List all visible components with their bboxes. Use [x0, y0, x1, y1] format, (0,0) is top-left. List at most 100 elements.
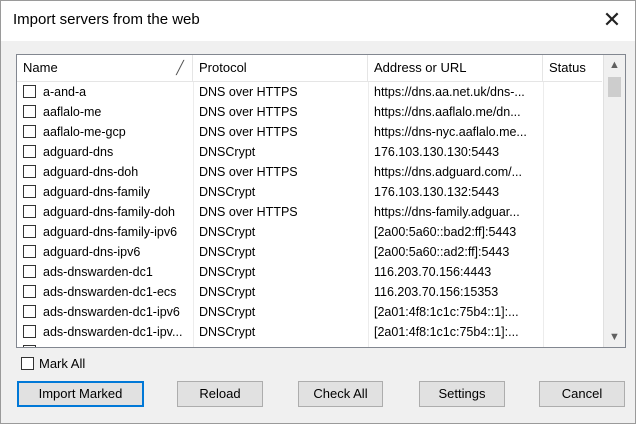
row-checkbox[interactable]: [23, 165, 36, 178]
table-row[interactable]: a-and-a DNS over HTTPS https://dns.aa.ne…: [17, 82, 602, 102]
row-status: [549, 322, 599, 342]
row-checkbox[interactable]: [23, 305, 36, 318]
row-protocol: DNSCrypt: [199, 265, 256, 279]
row-address: [2a00:5a60::bad2:ff]:5443: [374, 225, 517, 239]
reload-button[interactable]: Reload: [177, 381, 263, 407]
row-status: [549, 262, 599, 282]
table-row[interactable]: adguard-dns-family DNSCrypt 176.103.130.…: [17, 182, 602, 202]
table-row[interactable]: adguard-dns-family-ipv6 DNSCrypt [2a00:5…: [17, 222, 602, 242]
row-address: 116.203.70.156:4443: [374, 265, 492, 279]
row-address: https://dns.aaflalo.me/dn...: [374, 105, 521, 119]
scrollbar-thumb[interactable]: [608, 77, 621, 97]
row-address: https://dns.aa.net.uk/dns-...: [374, 85, 525, 99]
row-protocol: DNS over HTTPS: [199, 205, 298, 219]
row-status: [549, 122, 599, 142]
row-checkbox[interactable]: [23, 145, 36, 158]
row-protocol: DNS over HTTPS: [199, 85, 298, 99]
column-header-status-label: Status: [549, 60, 586, 75]
row-name: adguard-dns-family-doh: [43, 205, 176, 219]
row-name: ads-dnswarden-dc1: [43, 265, 153, 279]
import-marked-button[interactable]: Import Marked: [17, 381, 144, 407]
window-title: Import servers from the web: [13, 11, 200, 28]
table-row[interactable]: ads-dnswarden-dc1 DNSCrypt 116.203.70.15…: [17, 262, 602, 282]
row-address: https://dns-family.adguar...: [374, 205, 520, 219]
check-all-button[interactable]: Check All: [298, 381, 383, 407]
row-checkbox[interactable]: [23, 125, 36, 138]
mark-all-box[interactable]: [21, 357, 34, 370]
row-protocol: DNSCrypt: [199, 145, 256, 159]
table-row[interactable]: ads-dnswarden-dc1-ipv6 DNSCrypt [2a01:4f…: [17, 302, 602, 322]
column-header-protocol-label: Protocol: [199, 60, 247, 75]
mark-all-label: Mark All: [39, 356, 86, 371]
row-status: [549, 142, 599, 162]
import-servers-dialog: Import servers from the web ✕ Name ╱ Pro…: [0, 0, 636, 424]
row-protocol: DNS over HTTPS: [199, 125, 298, 139]
row-checkbox[interactable]: [23, 85, 36, 98]
row-protocol: DNSCrypt: [199, 305, 256, 319]
column-header-address[interactable]: Address or URL: [368, 55, 543, 81]
column-header-address-label: Address or URL: [374, 60, 467, 75]
scroll-up-icon[interactable]: ▲: [604, 55, 625, 75]
table-row[interactable]: adguard-dns-family-doh DNS over HTTPS ht…: [17, 202, 602, 222]
table-row[interactable]: aaflalo-me-gcp DNS over HTTPS https://dn…: [17, 122, 602, 142]
row-status: [549, 242, 599, 262]
row-name: ads-dnswarden-dc1-ipv6: [43, 305, 180, 319]
row-name: adguard-dns-family-ipv6: [43, 225, 178, 239]
row-name: a-and-a: [43, 85, 87, 99]
scroll-down-icon[interactable]: ▼: [604, 327, 625, 347]
row-name: aaflalo-me: [43, 105, 102, 119]
table-row[interactable]: ads-dnswarden-dc1-ecs DNSCrypt 116.203.7…: [17, 282, 602, 302]
row-checkbox[interactable]: [23, 265, 36, 278]
row-name: aaflalo-me-gcp: [43, 125, 126, 139]
row-checkbox[interactable]: [23, 285, 36, 298]
table-row[interactable]: adguard-dns-doh DNS over HTTPS https://d…: [17, 162, 602, 182]
row-address: 116.203.70.156:15353: [374, 285, 499, 299]
row-status: [549, 202, 599, 222]
row-status: [549, 222, 599, 242]
row-address: [2a01:4f8:1c1c:75b4::1]:...: [374, 305, 519, 319]
table-row-partial[interactable]: [17, 342, 602, 347]
row-status: [549, 82, 599, 102]
server-list[interactable]: Name ╱ Protocol Address or URL Status a-…: [16, 54, 626, 348]
column-header-name[interactable]: Name ╱: [17, 55, 193, 81]
row-protocol: DNSCrypt: [199, 185, 256, 199]
row-protocol: DNSCrypt: [199, 245, 256, 259]
table-row[interactable]: aaflalo-me DNS over HTTPS https://dns.aa…: [17, 102, 602, 122]
row-status: [549, 162, 599, 182]
row-address: [2a01:4f8:1c1c:75b4::1]:...: [374, 325, 519, 339]
vertical-scrollbar[interactable]: ▲ ▼: [603, 55, 625, 347]
close-icon[interactable]: ✕: [599, 7, 625, 33]
row-checkbox[interactable]: [23, 205, 36, 218]
list-rows: a-and-a DNS over HTTPS https://dns.aa.ne…: [17, 82, 602, 347]
row-checkbox[interactable]: [23, 325, 36, 338]
column-header-name-label: Name: [23, 60, 58, 75]
sort-indicator-icon: ╱: [176, 60, 184, 75]
row-protocol: DNSCrypt: [199, 285, 256, 299]
row-checkbox[interactable]: [23, 185, 36, 198]
table-row[interactable]: adguard-dns-ipv6 DNSCrypt [2a00:5a60::ad…: [17, 242, 602, 262]
column-header-protocol[interactable]: Protocol: [193, 55, 368, 81]
row-status: [549, 282, 599, 302]
table-row[interactable]: adguard-dns DNSCrypt 176.103.130.130:544…: [17, 142, 602, 162]
list-header: Name ╱ Protocol Address or URL Status: [17, 55, 602, 82]
column-header-status[interactable]: Status: [543, 55, 602, 81]
row-name: ads-dnswarden-dc1-ipv...: [43, 325, 183, 339]
row-protocol: DNS over HTTPS: [199, 105, 298, 119]
row-checkbox[interactable]: [23, 225, 36, 238]
title-bar: Import servers from the web ✕: [1, 1, 635, 41]
row-name: adguard-dns-family: [43, 185, 150, 199]
row-address: [2a00:5a60::ad2:ff]:5443: [374, 245, 510, 259]
settings-button[interactable]: Settings: [419, 381, 505, 407]
row-checkbox[interactable]: [23, 345, 36, 347]
row-address: 176.103.130.130:5443: [374, 145, 500, 159]
table-row[interactable]: ads-dnswarden-dc1-ipv... DNSCrypt [2a01:…: [17, 322, 602, 342]
cancel-button[interactable]: Cancel: [539, 381, 625, 407]
row-checkbox[interactable]: [23, 105, 36, 118]
row-status: [549, 302, 599, 322]
row-address: 176.103.130.132:5443: [374, 185, 500, 199]
row-status: [549, 182, 599, 202]
row-name: adguard-dns-doh: [43, 165, 139, 179]
row-checkbox[interactable]: [23, 245, 36, 258]
row-name: ads-dnswarden-dc1-ecs: [43, 285, 177, 299]
row-protocol: DNSCrypt: [199, 225, 256, 239]
